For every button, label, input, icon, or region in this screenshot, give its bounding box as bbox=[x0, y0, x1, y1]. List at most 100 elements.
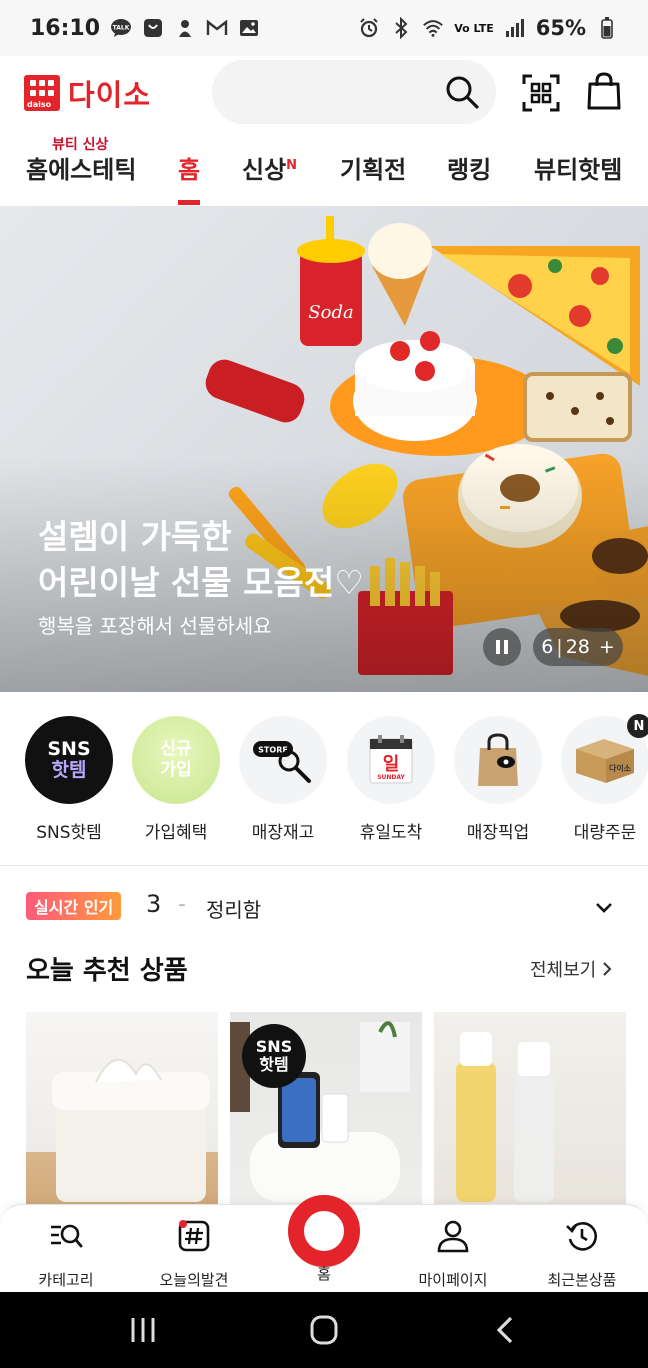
quick-label: 가입혜택 bbox=[144, 823, 208, 843]
bluetooth-icon bbox=[390, 17, 412, 39]
back-icon[interactable] bbox=[487, 1314, 527, 1346]
search-icon[interactable] bbox=[444, 74, 480, 110]
view-all-label: 전체보기 bbox=[530, 960, 597, 981]
talk-icon: TALK bbox=[110, 17, 132, 39]
new-badge: N bbox=[627, 714, 648, 738]
person-icon bbox=[437, 1220, 469, 1253]
sns-hot-badge: SNS 핫템 bbox=[242, 1024, 306, 1088]
app-header: daiso 다이소 bbox=[0, 56, 648, 130]
tab-home[interactable]: 홈 bbox=[178, 150, 200, 185]
quick-label: 대량주문 bbox=[573, 823, 637, 843]
home-ring-icon[interactable] bbox=[288, 1195, 360, 1267]
banner-pause-button[interactable] bbox=[483, 628, 521, 666]
calendar-day-text: 일 bbox=[383, 754, 400, 775]
quick-label: 매장재고 bbox=[251, 823, 315, 843]
tab-label: 뷰티핫템 bbox=[534, 156, 623, 184]
active-tab-indicator bbox=[178, 200, 200, 205]
banner-title-line1: 설렘이 가득한 bbox=[38, 517, 232, 556]
tab-label: 기획전 bbox=[340, 156, 407, 184]
alarm-icon bbox=[358, 17, 380, 39]
realtime-rank: 3 bbox=[146, 890, 162, 918]
app-u-icon bbox=[142, 17, 164, 39]
nav-label: 카테고리 bbox=[38, 1271, 94, 1289]
quick-store-pickup[interactable]: 매장픽업 bbox=[448, 716, 548, 843]
shopping-bag-icon[interactable] bbox=[586, 72, 622, 110]
new-badge: N bbox=[286, 158, 298, 173]
status-time: 16:10 bbox=[30, 15, 101, 41]
tab-promotion[interactable]: 기획전 bbox=[340, 150, 406, 185]
tab-label: 랭킹 bbox=[447, 156, 492, 184]
view-all-link[interactable]: 전체보기 bbox=[530, 956, 612, 982]
status-bar: 16:10 TALK Vo LTE 65% bbox=[0, 0, 648, 56]
logo-text: 다이소 bbox=[68, 78, 152, 112]
banner-title-line2: 어린이날 선물 모음전♡ bbox=[38, 563, 364, 602]
chevron-down-icon[interactable] bbox=[594, 898, 614, 918]
chevron-right-icon bbox=[603, 962, 612, 976]
join-icon-text1: 신규 bbox=[160, 739, 192, 759]
realtime-keyword[interactable]: 정리함 bbox=[206, 894, 261, 923]
product-card[interactable] bbox=[26, 1012, 218, 1212]
tab-super-label: 뷰티 신상 bbox=[52, 137, 109, 153]
nav-label: 오늘의발견 bbox=[159, 1271, 229, 1289]
tab-new[interactable]: 신상N bbox=[242, 150, 297, 185]
join-icon-text2: 가입 bbox=[160, 760, 192, 780]
box-icon-text: 다이소 bbox=[609, 763, 632, 773]
nav-label: 마이페이지 bbox=[418, 1271, 488, 1289]
quick-label: SNS핫템 bbox=[36, 823, 102, 843]
banner-subtitle: 행복을 포장해서 선물하세요 bbox=[38, 614, 272, 638]
svg-text:Soda: Soda bbox=[308, 302, 353, 323]
gallery-icon bbox=[238, 17, 260, 39]
pickup-bag-icon bbox=[454, 716, 542, 804]
section-divider bbox=[0, 865, 648, 866]
nav-home-label[interactable]: 홈 bbox=[294, 1263, 354, 1284]
store-search-icon: STORE bbox=[239, 716, 327, 804]
gmail-icon bbox=[206, 17, 228, 39]
recent-apps-icon[interactable] bbox=[123, 1314, 163, 1346]
calendar-sunday-icon: 일 SUNDAY bbox=[347, 716, 435, 804]
sns-icon-text2: 핫템 bbox=[51, 759, 87, 781]
recommend-products: SNS 핫템 bbox=[0, 1012, 648, 1212]
logo-small-text: daiso bbox=[27, 100, 52, 109]
banner-page-total: 28 bbox=[565, 636, 590, 658]
battery-icon bbox=[596, 17, 618, 39]
quick-bulk-order[interactable]: 다이소 N 대량주문 bbox=[555, 714, 648, 843]
tab-home-esthetic[interactable]: 뷰티 신상 홈에스테틱 bbox=[26, 137, 136, 185]
main-banner[interactable]: Soda 설렘이 가득한 어린이날 선물 모음전♡ 행복을 포장해서 선물하세요 bbox=[0, 206, 648, 692]
history-icon bbox=[566, 1222, 598, 1251]
pause-icon bbox=[496, 640, 500, 654]
daiso-logo[interactable]: daiso 다이소 bbox=[24, 72, 151, 114]
product-card[interactable] bbox=[434, 1012, 626, 1212]
recommend-title: 오늘 추천 상품 bbox=[26, 956, 188, 986]
hashtag-icon bbox=[178, 1220, 210, 1252]
home-system-icon[interactable] bbox=[304, 1314, 344, 1346]
quick-menu: SNS 핫템 SNS핫템 신규 가입 가입혜택 STORE 매장재고 일 SUN… bbox=[0, 710, 648, 850]
nav-mypage[interactable]: 마이페이지 bbox=[393, 1219, 513, 1290]
box-icon: 다이소 N bbox=[561, 714, 648, 804]
quick-join-benefit[interactable]: 신규 가입 가입혜택 bbox=[126, 716, 226, 843]
join-benefit-icon: 신규 가입 bbox=[132, 716, 220, 804]
nav-recent-products[interactable]: 최근본상품 bbox=[522, 1219, 642, 1290]
nav-category[interactable]: 카테고리 bbox=[6, 1219, 126, 1290]
banner-page-counter[interactable]: 6 | 28 + bbox=[533, 628, 623, 666]
realtime-popular-bar[interactable]: 실시간 인기 3 - 정리함 bbox=[0, 886, 648, 930]
tab-beauty-hot[interactable]: 뷰티핫템 bbox=[534, 150, 622, 185]
sns-icon-text: SNS bbox=[47, 738, 91, 760]
signal-icon bbox=[504, 17, 526, 39]
product-card[interactable]: SNS 핫템 bbox=[230, 1012, 422, 1212]
calendar-sub-text: SUNDAY bbox=[377, 774, 405, 781]
oil-spray-bottle-image bbox=[456, 1032, 554, 1202]
network-label: Vo LTE bbox=[454, 21, 494, 35]
tab-ranking[interactable]: 랭킹 bbox=[447, 150, 491, 185]
search-bar[interactable] bbox=[212, 60, 496, 124]
tissue-box-image bbox=[52, 1058, 210, 1202]
nav-today-discovery[interactable]: 오늘의발견 bbox=[134, 1219, 254, 1290]
quick-holiday-delivery[interactable]: 일 SUNDAY 휴일도착 bbox=[341, 716, 441, 843]
svg-text:TALK: TALK bbox=[113, 25, 130, 32]
sns-badge-line1: SNS bbox=[255, 1037, 293, 1056]
barcode-scan-icon[interactable] bbox=[522, 74, 560, 112]
tab-label: 신상 bbox=[242, 156, 287, 184]
quick-store-stock[interactable]: STORE 매장재고 bbox=[233, 716, 333, 843]
banner-more-icon: + bbox=[598, 636, 615, 658]
realtime-dash: - bbox=[178, 892, 186, 917]
quick-sns-hot[interactable]: SNS 핫템 SNS핫템 bbox=[19, 716, 119, 843]
